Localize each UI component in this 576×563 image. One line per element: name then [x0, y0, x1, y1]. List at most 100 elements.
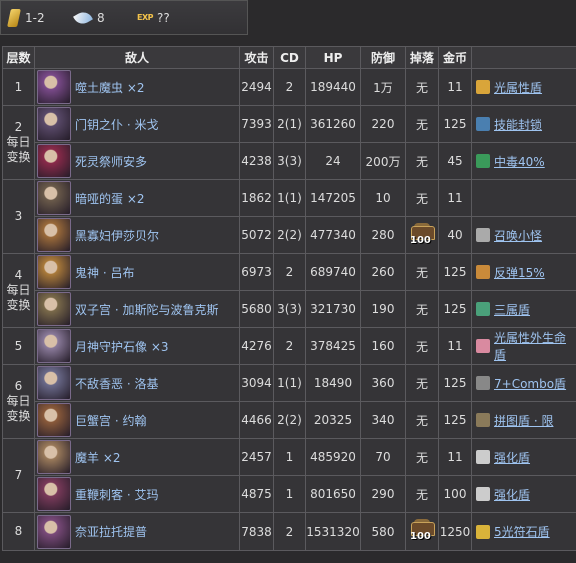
enemy-portrait[interactable] — [37, 366, 71, 400]
floor-cell: 8 — [2, 512, 35, 551]
table-row: 巨蟹宫 · 约翰 4466 2(2) 20325 340 无 125 拼图盾 · 限 — [3, 401, 576, 439]
enemy-name-link[interactable]: 不敌香恶 · 洛基 — [75, 375, 158, 392]
atk-cell: 2494 — [239, 68, 274, 106]
enemy-name-link[interactable]: 双子宫 · 加斯陀与波鲁克斯 — [75, 301, 218, 318]
passive-skill-link[interactable]: 7+Combo盾 — [494, 375, 566, 392]
gold-cell: 11 — [438, 179, 472, 217]
enemy-name-link[interactable]: 死灵祭师安多 — [75, 153, 147, 170]
col-header-gold: 金币 — [438, 46, 472, 69]
table-row: 4 每日 变换 鬼神 · 吕布 6973 2 689740 260 无 125 反弹15% — [2, 253, 576, 328]
enemy-name-link[interactable]: 门钥之仆 · 米戈 — [75, 116, 158, 133]
passive-cell: 7+Combo盾 — [471, 364, 576, 402]
enemy-name-link[interactable]: 鬼神 · 吕布 — [75, 264, 134, 281]
def-cell: 1万 — [360, 68, 406, 106]
cd-cell: 1 — [273, 475, 306, 513]
gold-cell: 1250 — [438, 512, 472, 551]
cd-cell: 2(2) — [273, 401, 306, 439]
passive-skill-link[interactable]: 光属性外生命盾 — [494, 329, 576, 363]
enemy-portrait[interactable] — [37, 255, 71, 289]
passive-skill-link[interactable]: 拼图盾 · 限 — [494, 412, 553, 429]
drop-cell: 无 — [405, 290, 439, 328]
enemy-cell: 巨蟹宫 · 约翰 — [34, 401, 240, 439]
passive-cell: 拼图盾 · 限 — [471, 401, 576, 439]
passive-skill-icon — [476, 413, 490, 427]
hp-cell: 18490 — [305, 364, 361, 402]
gold-cell: 125 — [438, 401, 472, 439]
exp-display: EXP ?? — [137, 11, 170, 25]
passive-skill-link[interactable]: 强化盾 — [494, 449, 530, 466]
passive-cell: 强化盾 — [471, 438, 576, 476]
status-bar: 1-2 8 EXP ?? — [0, 0, 248, 35]
enemy-name-link[interactable]: 月神守护石像 ×3 — [75, 338, 169, 355]
floor-note: 每日 — [6, 394, 31, 408]
enemy-name-link[interactable]: 奈亚拉托提普 — [75, 523, 147, 540]
enemy-name-link[interactable]: 噬土魔虫 ×2 — [75, 79, 145, 96]
passive-skill-link[interactable]: 技能封锁 — [494, 116, 542, 133]
enemy-name-link[interactable]: 暗哑的蛋 ×2 — [75, 190, 145, 207]
passive-skill-link[interactable]: 中毒40% — [494, 153, 545, 170]
enemy-cell: 暗哑的蛋 ×2 — [34, 179, 240, 217]
drop-cell: 无 — [405, 438, 439, 476]
table-row: 3 暗哑的蛋 ×2 1862 1(1) 147205 10 无 11 — [2, 179, 576, 254]
def-cell: 260 — [360, 253, 406, 291]
passive-skill-link[interactable]: 三属盾 — [494, 301, 530, 318]
floor-note: 每日 — [6, 135, 31, 149]
cd-cell: 3(3) — [273, 142, 306, 180]
hp-cell: 801650 — [305, 475, 361, 513]
atk-cell: 1862 — [239, 179, 274, 217]
floor-cell: 7 — [2, 438, 35, 513]
col-header-enemy: 敌人 — [34, 46, 240, 69]
floor-number: 5 — [14, 338, 23, 353]
enemy-name-link[interactable]: 黑寡妇伊莎贝尔 — [75, 227, 159, 244]
atk-cell: 2457 — [239, 438, 274, 476]
hp-cell: 189440 — [305, 68, 361, 106]
gold-cell: 125 — [438, 364, 472, 402]
def-cell: 280 — [360, 216, 406, 254]
enemy-portrait[interactable] — [37, 218, 71, 252]
passive-skill-link[interactable]: 强化盾 — [494, 486, 530, 503]
cd-cell: 1 — [273, 438, 306, 476]
enemy-portrait[interactable] — [37, 514, 71, 549]
cd-cell: 2 — [273, 327, 306, 365]
enemy-portrait[interactable] — [37, 181, 71, 215]
passive-cell: 强化盾 — [471, 475, 576, 513]
enemy-name-link[interactable]: 重鞭刺客 · 艾玛 — [75, 486, 158, 503]
enemy-portrait[interactable] — [37, 70, 71, 104]
passive-skill-icon — [476, 487, 490, 501]
enemy-portrait[interactable] — [37, 329, 71, 363]
enemy-name-link[interactable]: 魔羊 ×2 — [75, 449, 121, 466]
atk-cell: 4238 — [239, 142, 274, 180]
passive-skill-link[interactable]: 反弹15% — [494, 264, 545, 281]
col-header-hp: HP — [305, 46, 361, 69]
enemy-portrait[interactable] — [37, 477, 71, 511]
passive-skill-link[interactable]: 5光符石盾 — [494, 523, 550, 540]
passive-cell: 5光符石盾 — [471, 512, 576, 551]
stamina-value: 1-2 — [25, 10, 45, 25]
gold-cell: 11 — [438, 327, 472, 365]
enemy-name-link[interactable]: 巨蟹宫 · 约翰 — [75, 412, 146, 429]
passive-skill-icon — [476, 117, 490, 131]
cd-cell: 2 — [273, 512, 306, 551]
passive-skill-link[interactable]: 召唤小怪 — [494, 227, 542, 244]
enemy-portrait[interactable] — [37, 144, 71, 178]
cd-cell: 2(1) — [273, 105, 306, 143]
hp-cell: 477340 — [305, 216, 361, 254]
cd-cell: 2 — [273, 253, 306, 291]
enemy-portrait[interactable] — [37, 403, 71, 437]
atk-cell: 7838 — [239, 512, 274, 551]
passive-skill-link[interactable]: 光属性盾 — [494, 79, 542, 96]
col-header-floor: 层数 — [2, 46, 35, 69]
passive-cell: 召唤小怪 — [471, 216, 576, 254]
passive-cell: 光属性外生命盾 — [471, 327, 576, 365]
hp-cell: 24 — [305, 142, 361, 180]
enemy-portrait[interactable] — [37, 107, 71, 141]
col-header-def: 防御 — [360, 46, 406, 69]
floor-cell: 6 每日 变换 — [2, 364, 35, 439]
enemy-portrait[interactable] — [37, 440, 71, 474]
enemy-portrait[interactable] — [37, 292, 71, 326]
def-cell: 290 — [360, 475, 406, 513]
atk-cell: 7393 — [239, 105, 274, 143]
drop-cell: 无 — [405, 401, 439, 439]
floor-note: 变换 — [6, 150, 31, 164]
atk-cell: 4466 — [239, 401, 274, 439]
